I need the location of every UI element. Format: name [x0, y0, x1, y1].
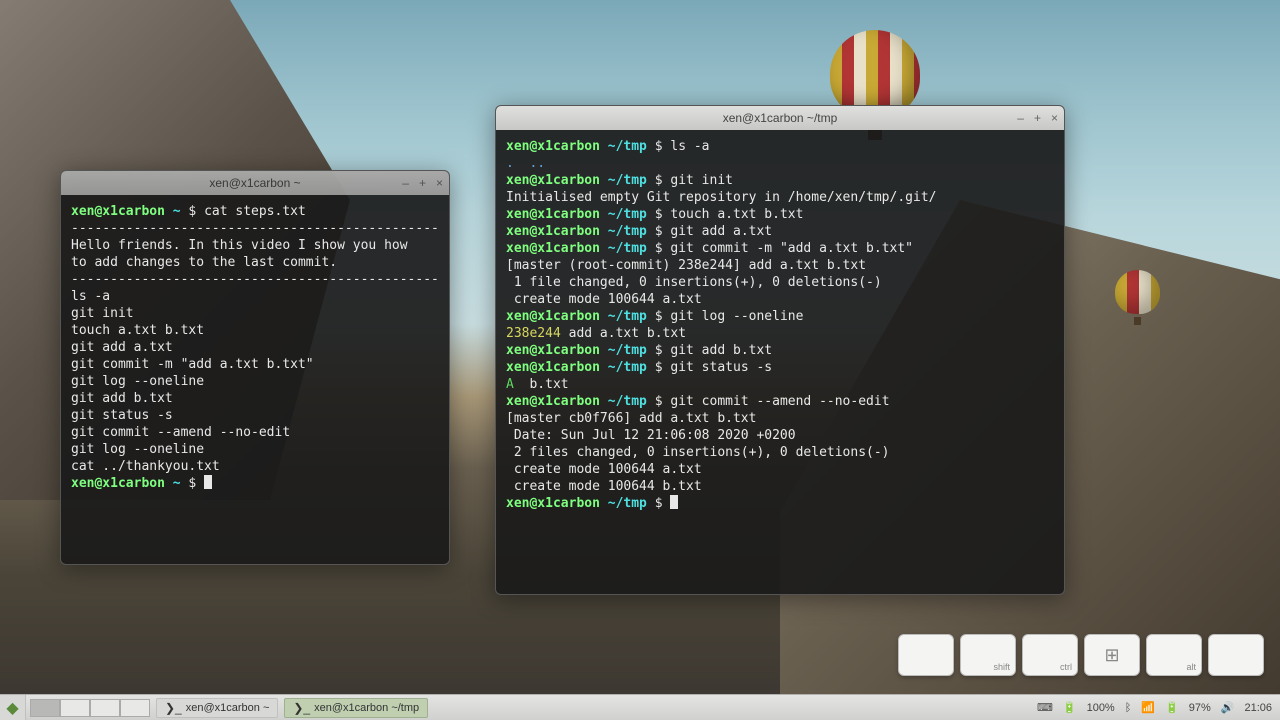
workspace-1[interactable] [30, 699, 60, 717]
window-titlebar[interactable]: xen@x1carbon ~ – + × [61, 171, 449, 195]
key-super: ⊞ [1084, 634, 1140, 676]
wallpaper-balloon-small [1115, 270, 1160, 325]
key-shift: shift [960, 634, 1016, 676]
battery-icon[interactable]: 🔋 [1063, 701, 1077, 714]
taskbar[interactable]: ◆ ❯_ xen@x1carbon ~ ❯_ xen@x1carbon ~/tm… [0, 694, 1280, 720]
terminal-icon: ❯_ [293, 701, 310, 715]
close-icon[interactable]: × [1051, 106, 1058, 130]
terminal-icon: ❯_ [165, 701, 182, 715]
terminal-body[interactable]: xen@x1carbon ~/tmp $ ls -a . .. xen@x1ca… [496, 130, 1064, 520]
key-screencast: shift ctrl ⊞ alt [898, 634, 1264, 676]
workspace-3[interactable] [90, 699, 120, 717]
workspace-4[interactable] [120, 699, 150, 717]
battery-percent: 100% [1087, 702, 1115, 714]
minimize-icon[interactable]: – [1017, 106, 1024, 130]
start-menu-icon[interactable]: ◆ [0, 695, 26, 720]
taskbar-label: xen@x1carbon ~ [186, 702, 270, 714]
system-tray[interactable]: ⌨ 🔋 100% ᛒ 📶 🔋 97% 🔊 21:06 [1029, 701, 1280, 714]
taskbar-button-terminal-1[interactable]: ❯_ xen@x1carbon ~ [156, 698, 278, 718]
cursor [670, 495, 678, 509]
wifi-icon[interactable]: 📶 [1141, 701, 1155, 714]
clock[interactable]: 21:06 [1244, 702, 1272, 714]
terminal-window-steps[interactable]: xen@x1carbon ~ – + × xen@x1carbon ~ $ ca… [60, 170, 450, 565]
window-title: xen@x1carbon ~ [209, 176, 300, 190]
key-ctrl: ctrl [1022, 634, 1078, 676]
taskbar-label: xen@x1carbon ~/tmp [314, 702, 419, 714]
key-blank [1208, 634, 1264, 676]
maximize-icon[interactable]: + [1034, 106, 1041, 130]
battery2-icon[interactable]: 🔋 [1165, 701, 1179, 714]
bluetooth-icon[interactable]: ᛒ [1125, 702, 1132, 714]
close-icon[interactable]: × [436, 171, 443, 195]
battery2-percent: 97% [1189, 702, 1211, 714]
key-alt: alt [1146, 634, 1202, 676]
window-title: xen@x1carbon ~/tmp [723, 111, 838, 125]
terminal-window-tmp[interactable]: xen@x1carbon ~/tmp – + × xen@x1carbon ~/… [495, 105, 1065, 595]
maximize-icon[interactable]: + [419, 171, 426, 195]
cursor [204, 475, 212, 489]
terminal-body[interactable]: xen@x1carbon ~ $ cat steps.txt ---------… [61, 195, 449, 500]
workspace-2[interactable] [60, 699, 90, 717]
workspace-switcher[interactable] [30, 699, 150, 717]
key-blank [898, 634, 954, 676]
volume-icon[interactable]: 🔊 [1221, 701, 1235, 714]
keyboard-icon[interactable]: ⌨ [1037, 701, 1053, 714]
window-titlebar[interactable]: xen@x1carbon ~/tmp – + × [496, 106, 1064, 130]
taskbar-button-terminal-2[interactable]: ❯_ xen@x1carbon ~/tmp [284, 698, 428, 718]
minimize-icon[interactable]: – [402, 171, 409, 195]
